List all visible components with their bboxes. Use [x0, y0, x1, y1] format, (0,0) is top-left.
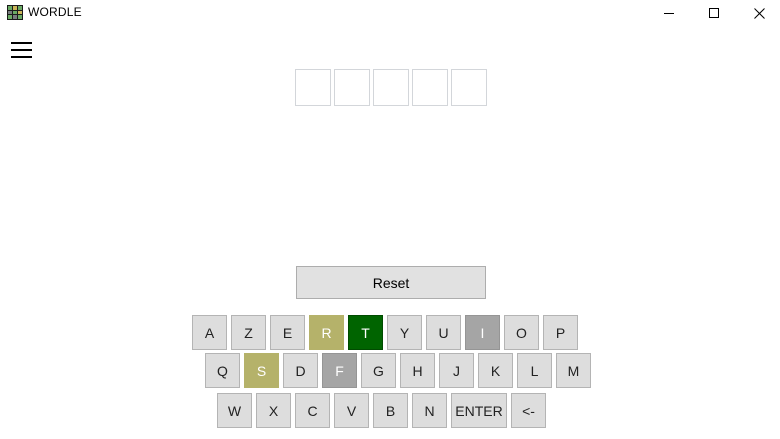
- key-g[interactable]: G: [361, 353, 396, 388]
- key-e[interactable]: E: [270, 315, 305, 350]
- key-n[interactable]: N: [412, 393, 447, 428]
- guess-row: [295, 69, 487, 106]
- keyboard-row-2: QSDFGHJKLM: [205, 353, 591, 388]
- letter-tile: [334, 69, 370, 106]
- keyboard-row-1: AZERTYUIOP: [192, 315, 578, 350]
- wordle-window: WORDLE Reset AZERTYUIOP QSDFGHJKLM WXCVB…: [0, 0, 780, 439]
- key-t[interactable]: T: [348, 315, 383, 350]
- hamburger-menu-icon[interactable]: [11, 42, 32, 58]
- minimize-icon: [664, 12, 674, 14]
- window-title: WORDLE: [28, 5, 82, 19]
- key-d[interactable]: D: [283, 353, 318, 388]
- key-u[interactable]: U: [426, 315, 461, 350]
- key-r[interactable]: R: [309, 315, 344, 350]
- key-k[interactable]: K: [478, 353, 513, 388]
- close-button[interactable]: [736, 0, 780, 26]
- letter-tile: [373, 69, 409, 106]
- key-y[interactable]: Y: [387, 315, 422, 350]
- key-p[interactable]: P: [543, 315, 578, 350]
- key-o[interactable]: O: [504, 315, 539, 350]
- key-h[interactable]: H: [400, 353, 435, 388]
- close-icon: [753, 7, 765, 19]
- key-z[interactable]: Z: [231, 315, 266, 350]
- key-j[interactable]: J: [439, 353, 474, 388]
- maximize-button[interactable]: [691, 0, 737, 26]
- title-bar: WORDLE: [0, 0, 780, 26]
- wordle-app-icon: [7, 5, 23, 20]
- reset-button[interactable]: Reset: [296, 266, 486, 299]
- maximize-icon: [709, 8, 719, 18]
- keyboard-row-3: W X C V B N ENTER <-: [217, 393, 546, 428]
- key-q[interactable]: Q: [205, 353, 240, 388]
- key-v[interactable]: V: [334, 393, 369, 428]
- key-m[interactable]: M: [556, 353, 591, 388]
- key-a[interactable]: A: [192, 315, 227, 350]
- key-x[interactable]: X: [256, 393, 291, 428]
- key-s[interactable]: S: [244, 353, 279, 388]
- key-enter[interactable]: ENTER: [451, 393, 507, 428]
- minimize-button[interactable]: [646, 0, 692, 26]
- letter-tile: [412, 69, 448, 106]
- key-w[interactable]: W: [217, 393, 252, 428]
- letter-tile: [295, 69, 331, 106]
- key-b[interactable]: B: [373, 393, 408, 428]
- key-c[interactable]: C: [295, 393, 330, 428]
- letter-tile: [451, 69, 487, 106]
- key-f[interactable]: F: [322, 353, 357, 388]
- key-l[interactable]: L: [517, 353, 552, 388]
- key-backspace[interactable]: <-: [511, 393, 546, 428]
- key-i[interactable]: I: [465, 315, 500, 350]
